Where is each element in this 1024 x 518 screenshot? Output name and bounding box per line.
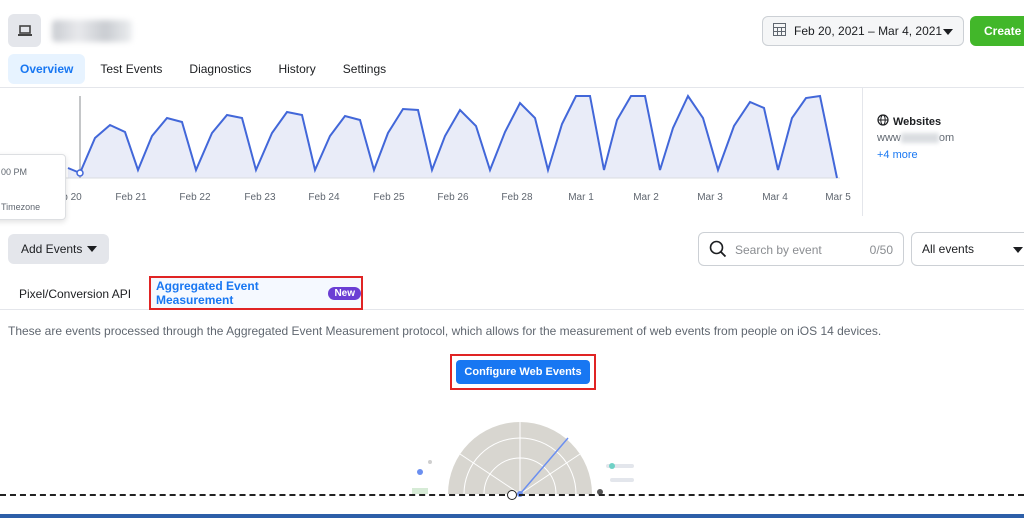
resize-handle-bottom[interactable] [507, 490, 517, 500]
main-tabs: Overview Test Events Diagnostics History… [8, 54, 401, 84]
dataset-name-redacted [52, 20, 132, 42]
aem-tab-label: Aggregated Event Measurement [156, 279, 259, 307]
chart-x-tick-label: Feb 28 [501, 192, 533, 203]
websites-title: Websites [877, 114, 941, 129]
create-button[interactable]: Create [970, 16, 1024, 46]
search-char-counter: 0/50 [869, 243, 893, 257]
tab-settings[interactable]: Settings [331, 54, 398, 84]
website-url: www om [877, 132, 954, 144]
add-events-label: Add Events [21, 242, 83, 256]
add-events-button[interactable]: Add Events [8, 234, 109, 264]
events-line-chart: b 20 Feb 21 Feb 22 Feb 23 Feb 24 Feb 25 Feb 26… [60, 93, 851, 203]
tooltip-time: 00 PM [1, 167, 28, 177]
search-input[interactable]: Search by event 0/50 [698, 232, 904, 266]
chart-hover-point [76, 169, 84, 177]
page-header: Feb 20, 2021 – Mar 4, 2021 Create Overvi… [0, 0, 1024, 88]
tab-history[interactable]: History [266, 54, 327, 84]
globe-icon [877, 114, 889, 129]
chart-x-tick-label: Feb 26 [437, 192, 469, 203]
tab-pixel-conversion-api[interactable]: Pixel/Conversion API [19, 287, 131, 301]
tab-diagnostics[interactable]: Diagnostics [177, 54, 263, 84]
bottom-bar [0, 514, 1024, 518]
new-badge: New [328, 286, 361, 300]
chevron-down-icon [943, 29, 953, 35]
website-url-prefix: www [877, 132, 901, 144]
search-placeholder: Search by event [735, 243, 822, 257]
event-filter-value: All events [922, 242, 975, 256]
date-range-picker[interactable]: Feb 20, 2021 – Mar 4, 2021 [762, 16, 964, 46]
chart-x-tick-label: Feb 24 [308, 192, 340, 203]
configure-web-events-button[interactable]: Configure Web Events [456, 360, 590, 384]
chart-x-tick-label: Mar 2 [633, 192, 659, 203]
event-subtabs: Pixel/Conversion API Aggregated Event Me… [0, 276, 1024, 310]
laptop-icon [8, 14, 41, 47]
chart-x-tick-label: Mar 4 [762, 192, 788, 203]
websites-panel: Websites www om +4 more [862, 88, 1024, 216]
websites-title-label: Websites [893, 115, 942, 128]
chart-x-tick-label: Mar 3 [697, 192, 723, 203]
tab-overview[interactable]: Overview [8, 54, 86, 84]
aem-description: These are events processed through the A… [8, 324, 882, 338]
chart-x-tick-label: Mar 5 [825, 192, 851, 203]
chart-x-tick-label: Feb 23 [244, 192, 276, 203]
website-url-redacted [900, 133, 939, 144]
date-range-label: Feb 20, 2021 – Mar 4, 2021 [794, 24, 943, 38]
events-chart: b 20 Feb 21 Feb 22 Feb 23 Feb 24 Feb 25 Feb 26… [0, 88, 1024, 220]
chart-x-tick-label: Feb 25 [373, 192, 405, 203]
search-icon [709, 240, 727, 261]
chart-x-tick-label: Feb 21 [115, 192, 147, 203]
configure-highlight: Configure Web Events [450, 354, 596, 390]
website-url-suffix: om [938, 132, 955, 144]
calendar-icon [773, 23, 786, 39]
chart-x-tick-label: Mar 1 [568, 192, 594, 203]
radar-illustration [412, 422, 634, 497]
chart-x-tick-label: Feb 22 [179, 192, 211, 203]
chevron-down-icon [1013, 247, 1023, 253]
event-filter-select[interactable]: All events [911, 232, 1024, 266]
chevron-down-icon [87, 246, 97, 252]
tab-test-events[interactable]: Test Events [88, 54, 174, 84]
more-websites-link[interactable]: +4 more [877, 149, 918, 161]
chart-tooltip: 00 PM Timezone [0, 154, 66, 220]
tab-aggregated-event-measurement[interactable]: Aggregated Event Measurement New [149, 276, 363, 310]
chart-area-fill [68, 96, 837, 178]
tooltip-timezone: Timezone [1, 202, 41, 212]
